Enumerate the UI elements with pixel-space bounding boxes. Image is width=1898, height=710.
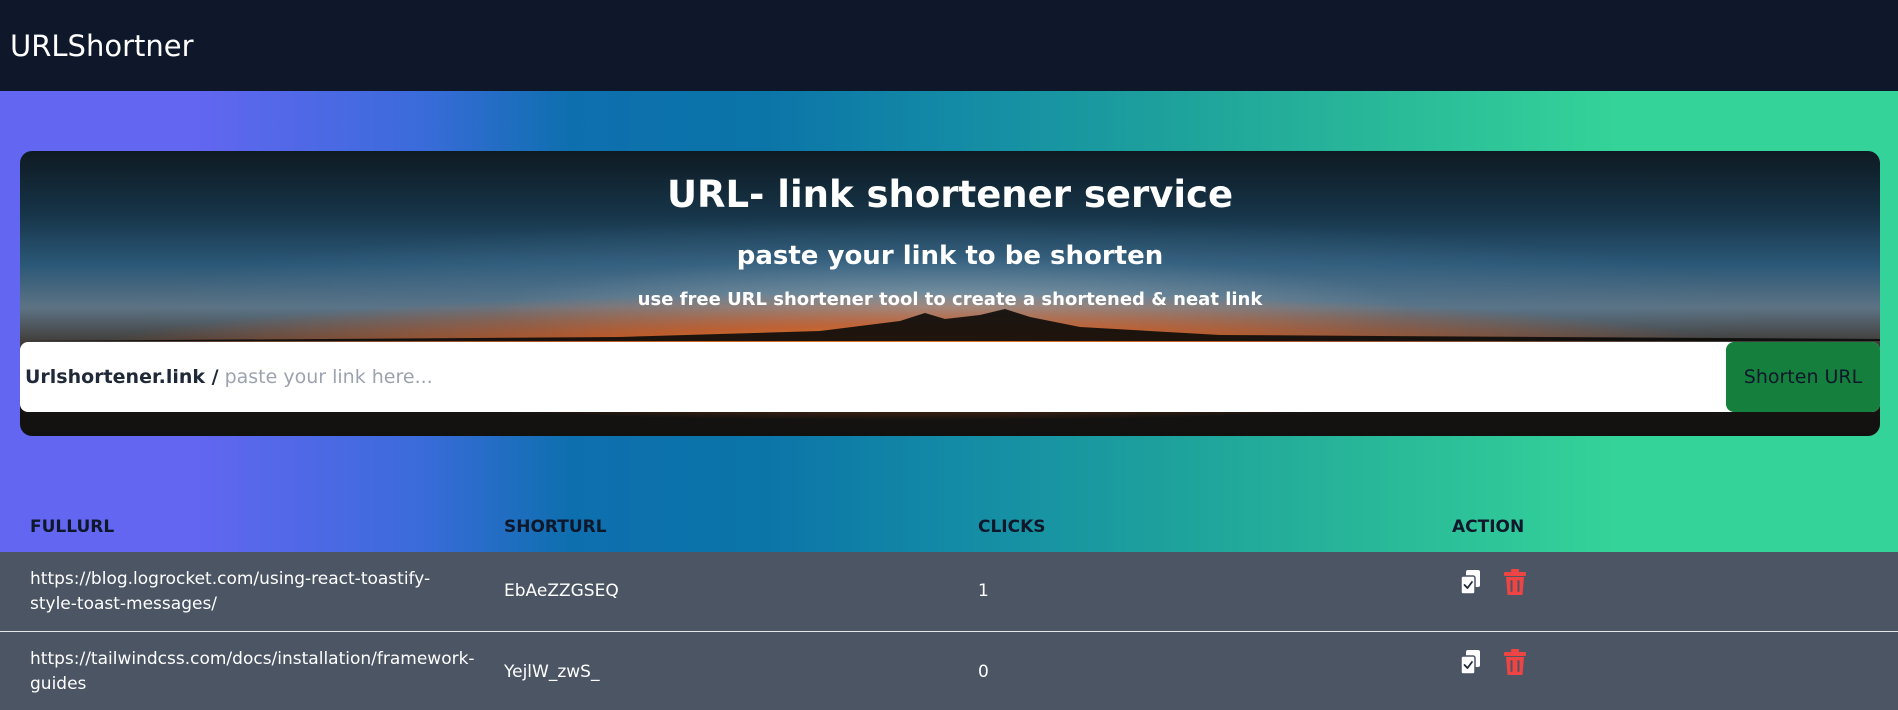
short-url-cell[interactable]: YejlW_zwS_: [474, 660, 948, 685]
full-url-cell[interactable]: https://blog.logrocket.com/using-react-t…: [0, 567, 474, 617]
navbar: URLShortner: [0, 0, 1898, 91]
trash-icon[interactable]: [1502, 568, 1528, 596]
table-row: https://tailwindcss.com/docs/installatio…: [0, 632, 1898, 710]
clicks-cell: 1: [978, 581, 989, 601]
hero-title: URL- link shortener service: [666, 173, 1234, 216]
brand-logo[interactable]: URLShortner: [10, 29, 194, 63]
hero-banner: URL- link shortener service paste your l…: [20, 151, 1880, 436]
column-header-clicks: CLICKS: [978, 516, 1046, 537]
column-header-shorturl: SHORTURL: [504, 516, 607, 537]
copy-icon[interactable]: [1458, 568, 1484, 596]
shorten-form: Urlshortener.link / Shorten URL: [20, 342, 1880, 412]
copy-icon[interactable]: [1458, 648, 1484, 676]
clicks-cell: 0: [978, 661, 989, 682]
action-cell: [1422, 568, 1896, 596]
shorten-url-button[interactable]: Shorten URL: [1726, 342, 1880, 412]
column-header-action: ACTION: [1452, 516, 1525, 537]
url-table-body: https://blog.logrocket.com/using-react-t…: [0, 552, 1898, 710]
url-input[interactable]: [224, 342, 1726, 412]
action-cell: [1422, 648, 1896, 676]
domain-prefix: Urlshortener.link /: [25, 366, 219, 388]
table-header: FULLURL SHORTURL CLICKS ACTION: [0, 501, 1898, 552]
hero-subtitle: paste your link to be shorten: [736, 241, 1164, 271]
full-url-cell[interactable]: https://tailwindcss.com/docs/installatio…: [0, 647, 475, 697]
short-url-cell[interactable]: EbAeZZGSEQ: [474, 579, 948, 604]
main-section: URL- link shortener service paste your l…: [0, 91, 1898, 552]
column-header-fullurl: FULLURL: [30, 516, 115, 537]
table-row: https://blog.logrocket.com/using-react-t…: [0, 552, 1898, 632]
hero-description: use free URL shortener tool to create a …: [637, 289, 1263, 310]
trash-icon[interactable]: [1502, 648, 1528, 676]
